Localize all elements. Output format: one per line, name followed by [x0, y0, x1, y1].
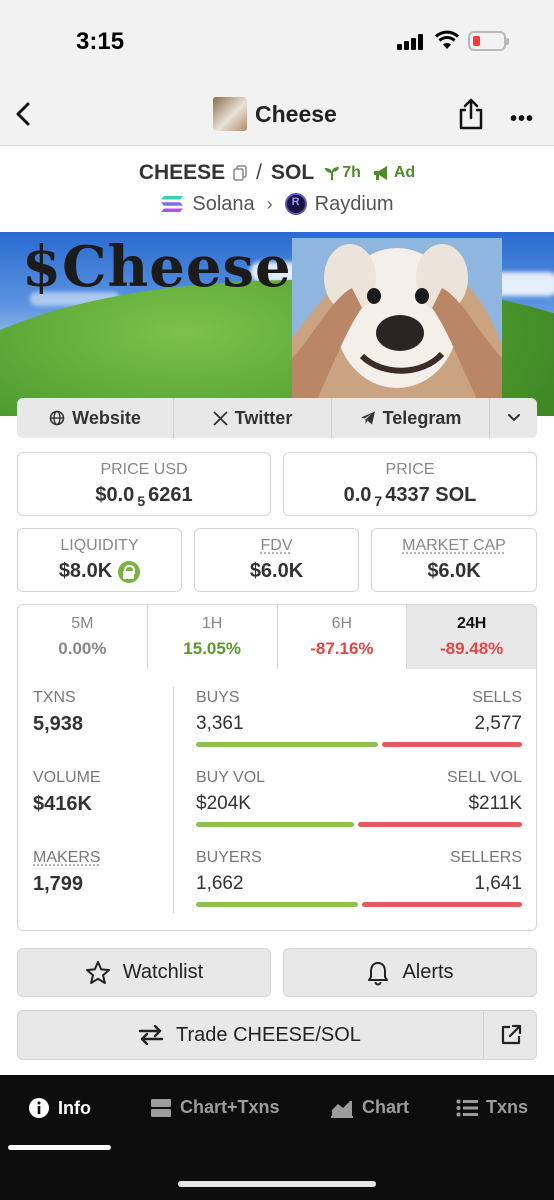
watchlist-label: Watchlist: [122, 961, 204, 983]
back-chevron-icon[interactable]: [10, 94, 40, 134]
timeframe-tabs: 5M 0.00% 1H 15.05% 6H -87.16% 24H -89.48…: [17, 604, 537, 670]
market-cap-label[interactable]: MARKET CAP: [372, 537, 536, 555]
price-native-box: PRICE 0.0 7 4337 SOL: [283, 452, 537, 516]
tab-chart[interactable]: Chart: [330, 1097, 409, 1118]
txns-stat: TXNS 5,938: [33, 689, 84, 735]
pair-base-token: CHEESE: [138, 161, 226, 184]
status-bar: 3:15: [0, 0, 554, 84]
chevron-down-icon: [507, 414, 520, 422]
list-icon: [456, 1099, 478, 1116]
solana-logo-icon: [161, 196, 184, 212]
volume-row: BUY VOL SELL VOL $204K $211K: [196, 769, 522, 827]
raydium-logo-icon: [284, 193, 307, 215]
price-usd-box: PRICE USD $0.0 5 6261: [17, 452, 271, 516]
tab-chart-txns[interactable]: Chart+Txns: [150, 1097, 280, 1118]
trade-button[interactable]: Trade CHEESE/SOL: [17, 1010, 537, 1060]
bell-icon: [368, 961, 389, 985]
buys-sells-ratio-bar: [196, 742, 522, 747]
token-banner-image: $Cheese: [0, 232, 554, 416]
nav-title: Cheese: [213, 97, 337, 131]
makers-stat: MAKERS 1,799: [33, 849, 101, 895]
tab-txns[interactable]: Txns: [456, 1097, 528, 1118]
ad-label: Ad: [393, 164, 416, 181]
token-avatar: [213, 97, 247, 131]
active-tab-indicator: [8, 1145, 111, 1150]
cellular-signal-icon: [397, 34, 425, 50]
chain-name[interactable]: Solana: [192, 193, 254, 216]
area-chart-icon: [331, 1100, 353, 1118]
telegram-icon: [360, 411, 375, 425]
pair-header: CHEESE / SOL 7h Ad Solana › R Raydium: [0, 157, 554, 219]
tab-6h[interactable]: 6H -87.16%: [278, 605, 408, 669]
buyers-sellers-row: BUYERS SELLERS 1,662 1,641: [196, 849, 522, 907]
fdv-value: $6.0K: [249, 560, 304, 582]
alerts-button[interactable]: Alerts: [283, 948, 537, 997]
bottom-tab-bar: Info Chart+Txns Chart Txns: [0, 1075, 554, 1200]
pair-age-text: 7h: [342, 164, 361, 181]
dog-photo: [292, 238, 502, 410]
nav-title-text: Cheese: [255, 100, 337, 127]
pair-separator: /: [256, 161, 263, 184]
volume-stat: VOLUME $416K: [33, 769, 101, 815]
social-links-bar: Website Twitter Telegram: [17, 398, 537, 438]
split-view-icon: [151, 1098, 171, 1117]
trade-label: Trade CHEESE/SOL: [176, 1023, 361, 1046]
globe-icon: [49, 410, 65, 426]
twitter-button[interactable]: Twitter: [174, 398, 332, 438]
tab-info[interactable]: Info: [28, 1097, 91, 1119]
share-icon[interactable]: [456, 96, 486, 132]
buys-sells-row: BUYS SELLS 3,361 2,577: [196, 689, 522, 747]
price-native-value: 0.0 7 4337 SOL: [343, 484, 477, 509]
watchlist-button[interactable]: Watchlist: [17, 948, 271, 997]
info-icon: [29, 1098, 49, 1118]
price-native-label: PRICE: [385, 461, 435, 478]
wifi-icon: [434, 30, 460, 49]
telegram-button[interactable]: Telegram: [332, 398, 490, 438]
x-logo-icon: [213, 410, 228, 426]
battery-icon: [468, 31, 509, 51]
more-options-icon[interactable]: •••: [510, 108, 534, 131]
liquidity-value: $8.0K: [58, 560, 113, 582]
nav-bar: Cheese •••: [0, 84, 554, 146]
price-usd-value: $0.0 5 6261: [95, 484, 193, 509]
open-external-button[interactable]: [483, 1011, 538, 1059]
copy-icon[interactable]: [233, 165, 247, 181]
pair-age: 7h: [324, 164, 361, 182]
megaphone-icon: [373, 166, 387, 180]
tab-1h[interactable]: 1H 15.05%: [148, 605, 278, 669]
home-indicator[interactable]: [178, 1181, 376, 1187]
market-cap-box: MARKET CAP $6.0K: [371, 528, 537, 592]
dex-name[interactable]: Raydium: [315, 193, 394, 216]
sprout-icon: [325, 167, 340, 180]
pair-quote-token: SOL: [271, 161, 315, 184]
fdv-box: FDV $6.0K: [194, 528, 359, 592]
divider: [173, 687, 174, 913]
buyers-sellers-ratio-bar: [196, 902, 522, 907]
twitter-label: Twitter: [234, 407, 293, 428]
website-label: Website: [72, 407, 141, 428]
liquidity-label: LIQUIDITY: [60, 537, 139, 554]
star-icon: [85, 960, 110, 984]
fdv-label[interactable]: FDV: [195, 537, 358, 555]
lock-icon[interactable]: [118, 560, 141, 583]
price-usd-label: PRICE USD: [100, 461, 188, 478]
website-button[interactable]: Website: [17, 398, 174, 438]
banner-title: $Cheese: [22, 234, 292, 300]
volume-ratio-bar: [196, 822, 522, 827]
tab-24h[interactable]: 24H -89.48%: [407, 605, 536, 669]
status-time: 3:15: [76, 28, 125, 55]
market-cap-value: $6.0K: [427, 560, 481, 582]
liquidity-box: LIQUIDITY $8.0K: [17, 528, 182, 592]
tab-5m[interactable]: 5M 0.00%: [18, 605, 148, 669]
trade-stats-panel: TXNS 5,938 VOLUME $416K MAKERS 1,799 BUY…: [17, 669, 537, 931]
alerts-label: Alerts: [402, 961, 454, 983]
external-link-icon: [501, 1024, 522, 1045]
ad-badge[interactable]: Ad: [373, 164, 415, 182]
more-links-button[interactable]: [490, 398, 537, 438]
chevron-right-icon: ›: [266, 193, 273, 214]
telegram-label: Telegram: [382, 407, 462, 428]
swap-arrows-icon: [138, 1025, 164, 1045]
